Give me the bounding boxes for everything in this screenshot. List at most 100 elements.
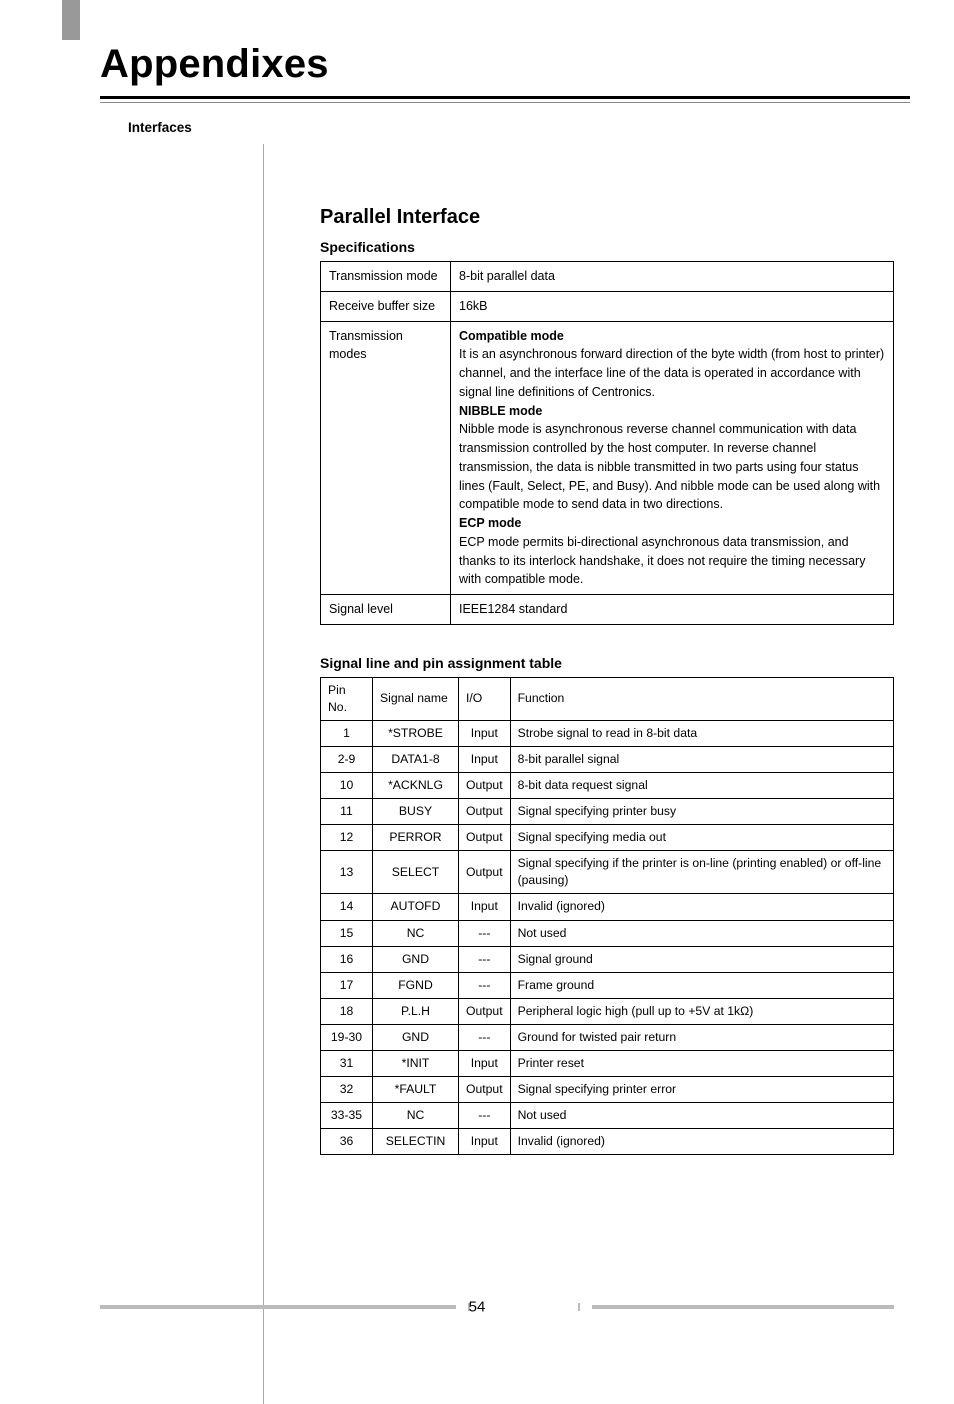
spec-value: IEEE1284 standard (451, 595, 894, 625)
pin-no: 15 (321, 920, 373, 946)
pin-row: 1*STROBEInputStrobe signal to read in 8-… (321, 720, 894, 746)
pin-row: 16GND---Signal ground (321, 946, 894, 972)
spec-value: 8-bit parallel data (451, 262, 894, 292)
pin-no: 17 (321, 972, 373, 998)
pin-io: Input (459, 894, 511, 920)
pin-no: 19-30 (321, 1024, 373, 1050)
pin-function: Not used (510, 1103, 893, 1129)
pin-function: 8-bit data request signal (510, 773, 893, 799)
pin-signal-name: NC (373, 920, 459, 946)
pin-no: 18 (321, 998, 373, 1024)
pin-function: Printer reset (510, 1050, 893, 1076)
pin-table-heading: Signal line and pin assignment table (320, 655, 894, 671)
mode-ecp-title: ECP mode (459, 514, 885, 533)
pin-no: 16 (321, 946, 373, 972)
spec-value-modes: Compatible mode It is an asynchronous fo… (451, 321, 894, 595)
mode-compat-title: Compatible mode (459, 327, 885, 346)
pin-function: Frame ground (510, 972, 893, 998)
pin-header-no: Pin No. (321, 677, 373, 720)
pin-io: Input (459, 720, 511, 746)
footer-rule-left (100, 1305, 456, 1309)
pin-io: --- (459, 1103, 511, 1129)
pin-row: 33-35NC---Not used (321, 1103, 894, 1129)
pin-row: 17FGND---Frame ground (321, 972, 894, 998)
pin-function: Ground for twisted pair return (510, 1024, 893, 1050)
pin-header-name: Signal name (373, 677, 459, 720)
pin-io: --- (459, 1024, 511, 1050)
pin-assignment-table: Pin No. Signal name I/O Function 1*STROB… (320, 677, 894, 1155)
pin-header-func: Function (510, 677, 893, 720)
sidebar-stripe (62, 0, 80, 40)
pin-row: 19-30GND---Ground for twisted pair retur… (321, 1024, 894, 1050)
pin-no: 33-35 (321, 1103, 373, 1129)
pin-row: 36SELECTINInputInvalid (ignored) (321, 1129, 894, 1155)
page-footer: 54 (0, 1302, 954, 1312)
content: Parallel Interface Specifications Transm… (320, 206, 894, 1155)
pin-function: Signal ground (510, 946, 893, 972)
pin-io: Output (459, 825, 511, 851)
pin-io: Output (459, 799, 511, 825)
pin-io: --- (459, 920, 511, 946)
pin-signal-name: *ACKNLG (373, 773, 459, 799)
pin-function: Signal specifying if the printer is on-l… (510, 851, 893, 894)
pin-signal-name: SELECT (373, 851, 459, 894)
pin-signal-name: AUTOFD (373, 894, 459, 920)
spec-row-transmission-mode: Transmission mode 8-bit parallel data (321, 262, 894, 292)
page-title: Appendixes (100, 42, 329, 87)
pin-function: Strobe signal to read in 8-bit data (510, 720, 893, 746)
mode-nibble-title: NIBBLE mode (459, 402, 885, 421)
pin-signal-name: NC (373, 1103, 459, 1129)
pin-no: 32 (321, 1077, 373, 1103)
pin-no: 14 (321, 894, 373, 920)
footer-rule-right (592, 1305, 894, 1309)
pin-row: 11BUSYOutputSignal specifying printer bu… (321, 799, 894, 825)
pin-header-io: I/O (459, 677, 511, 720)
section-label: Interfaces (128, 120, 192, 135)
pin-function: Signal specifying printer busy (510, 799, 893, 825)
pin-io: Output (459, 851, 511, 894)
spec-key: Signal level (321, 595, 451, 625)
pin-row: 31*INITInputPrinter reset (321, 1050, 894, 1076)
pin-no: 10 (321, 773, 373, 799)
pin-no: 11 (321, 799, 373, 825)
pin-io: --- (459, 972, 511, 998)
pin-io: Output (459, 773, 511, 799)
pin-function: Invalid (ignored) (510, 894, 893, 920)
page-number: 54 (469, 1299, 486, 1316)
pin-io: Output (459, 1077, 511, 1103)
pin-row: 32*FAULTOutputSignal specifying printer … (321, 1077, 894, 1103)
title-rule-thick (100, 96, 910, 99)
mode-nibble-body: Nibble mode is asynchronous reverse chan… (459, 420, 885, 514)
spec-row-signal-level: Signal level IEEE1284 standard (321, 595, 894, 625)
pin-function: Signal specifying media out (510, 825, 893, 851)
pin-signal-name: *INIT (373, 1050, 459, 1076)
spec-key: Receive buffer size (321, 291, 451, 321)
parallel-interface-heading: Parallel Interface (320, 206, 894, 229)
pin-no: 13 (321, 851, 373, 894)
pin-io: Input (459, 1129, 511, 1155)
pin-signal-name: GND (373, 1024, 459, 1050)
pin-row: 13SELECTOutputSignal specifying if the p… (321, 851, 894, 894)
pin-io: Input (459, 1050, 511, 1076)
pin-no: 31 (321, 1050, 373, 1076)
pin-function: Signal specifying printer error (510, 1077, 893, 1103)
pin-io: --- (459, 946, 511, 972)
pin-io: Input (459, 746, 511, 772)
pin-function: Invalid (ignored) (510, 1129, 893, 1155)
pin-signal-name: DATA1-8 (373, 746, 459, 772)
pin-row: 18P.L.HOutputPeripheral logic high (pull… (321, 998, 894, 1024)
pin-signal-name: BUSY (373, 799, 459, 825)
pin-row: 2-9DATA1-8Input8-bit parallel signal (321, 746, 894, 772)
pin-signal-name: *FAULT (373, 1077, 459, 1103)
pin-header-row: Pin No. Signal name I/O Function (321, 677, 894, 720)
pin-no: 36 (321, 1129, 373, 1155)
pin-signal-name: *STROBE (373, 720, 459, 746)
mode-ecp-body: ECP mode permits bi-directional asynchro… (459, 533, 885, 589)
specifications-heading: Specifications (320, 239, 894, 255)
spec-row-transmission-modes: Transmission modes Compatible mode It is… (321, 321, 894, 595)
pin-row: 12PERROROutputSignal specifying media ou… (321, 825, 894, 851)
footer-tick-right (578, 1303, 580, 1311)
pin-no: 2-9 (321, 746, 373, 772)
spec-key: Transmission modes (321, 321, 451, 595)
specifications-table: Transmission mode 8-bit parallel data Re… (320, 261, 894, 625)
